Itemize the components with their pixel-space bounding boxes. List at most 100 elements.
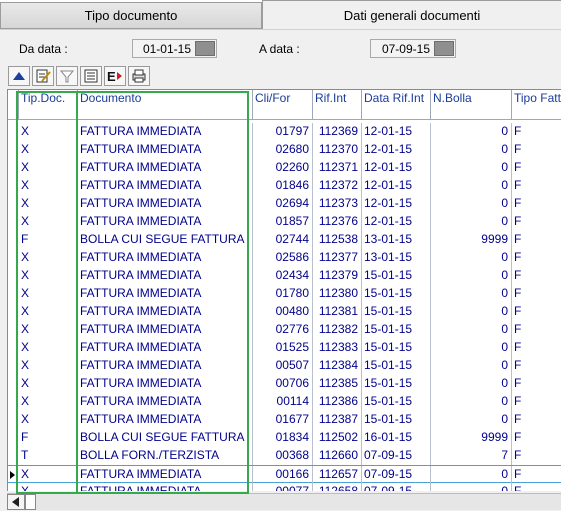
- column-header-cli-for[interactable]: Cli/For: [253, 90, 313, 120]
- cell-tip-doc[interactable]: X: [19, 466, 78, 484]
- cell-tipo-fatt[interactable]: F: [512, 393, 561, 411]
- table-row[interactable]: X FATTURA IMMEDIATA 00077 112658 07-09-15 0 F: [8, 483, 561, 491]
- cell-tip-doc[interactable]: X: [19, 159, 78, 177]
- cell-tip-doc[interactable]: X: [19, 483, 78, 491]
- table-row[interactable]: F BOLLA CUI SEGUE FATTURA 01834 112502 16-01…: [8, 429, 561, 447]
- cell-tipo-fatt[interactable]: F: [512, 447, 561, 465]
- table-row[interactable]: X FATTURA IMMEDIATA 00507 112384 15-01-15 0 F: [8, 357, 561, 375]
- cell-cli-for[interactable]: 02260: [253, 159, 313, 177]
- cell-tip-doc[interactable]: X: [19, 285, 78, 303]
- table-row[interactable]: X FATTURA IMMEDIATA 02434 112379 15-01-15 0 F: [8, 267, 561, 285]
- calendar-icon[interactable]: [434, 41, 454, 56]
- cell-rif-int[interactable]: 112379: [313, 267, 362, 285]
- cell-n-bolla[interactable]: 0: [431, 123, 512, 141]
- horizontal-scrollbar[interactable]: [7, 493, 561, 510]
- cell-tipo-fatt[interactable]: F: [512, 231, 561, 249]
- cell-documento[interactable]: FATTURA IMMEDIATA: [78, 159, 253, 177]
- export-excel-icon[interactable]: E: [104, 66, 126, 86]
- cell-data-rif-int[interactable]: 07-09-15: [362, 466, 431, 484]
- cell-tip-doc[interactable]: X: [19, 303, 78, 321]
- cell-documento[interactable]: FATTURA IMMEDIATA: [78, 466, 253, 484]
- cell-rif-int[interactable]: 112383: [313, 339, 362, 357]
- table-row[interactable]: X FATTURA IMMEDIATA 00114 112386 15-01-15 0 F: [8, 393, 561, 411]
- cell-data-rif-int[interactable]: 15-01-15: [362, 375, 431, 393]
- cell-tipo-fatt[interactable]: F: [512, 267, 561, 285]
- cell-documento[interactable]: FATTURA IMMEDIATA: [78, 195, 253, 213]
- edit-list-icon[interactable]: [32, 66, 54, 86]
- cell-documento[interactable]: BOLLA CUI SEGUE FATTURA: [78, 429, 253, 447]
- cell-data-rif-int[interactable]: 13-01-15: [362, 249, 431, 267]
- list-icon[interactable]: [80, 66, 102, 86]
- cell-tip-doc[interactable]: X: [19, 177, 78, 195]
- cell-cli-for[interactable]: 00077: [253, 483, 313, 491]
- cell-cli-for[interactable]: 01677: [253, 411, 313, 429]
- cell-documento[interactable]: FATTURA IMMEDIATA: [78, 375, 253, 393]
- cell-documento[interactable]: FATTURA IMMEDIATA: [78, 285, 253, 303]
- table-row[interactable]: X FATTURA IMMEDIATA 02260 112371 12-01-15 0 F: [8, 159, 561, 177]
- cell-tip-doc[interactable]: X: [19, 357, 78, 375]
- cell-documento[interactable]: FATTURA IMMEDIATA: [78, 267, 253, 285]
- cell-documento[interactable]: FATTURA IMMEDIATA: [78, 321, 253, 339]
- cell-n-bolla[interactable]: 0: [431, 357, 512, 375]
- table-row[interactable]: T BOLLA FORN./TERZISTA 00368 112660 07-09-15…: [8, 447, 561, 465]
- cell-cli-for[interactable]: 02434: [253, 267, 313, 285]
- cell-cli-for[interactable]: 01846: [253, 177, 313, 195]
- cell-tipo-fatt[interactable]: F: [512, 249, 561, 267]
- cell-tip-doc[interactable]: T: [19, 447, 78, 465]
- cell-documento[interactable]: FATTURA IMMEDIATA: [78, 141, 253, 159]
- cell-tipo-fatt[interactable]: F: [512, 195, 561, 213]
- cell-tip-doc[interactable]: X: [19, 411, 78, 429]
- row-indicator[interactable]: [8, 393, 18, 411]
- scroll-thumb[interactable]: [25, 494, 36, 510]
- cell-tip-doc[interactable]: X: [19, 393, 78, 411]
- cell-documento[interactable]: FATTURA IMMEDIATA: [78, 411, 253, 429]
- cell-data-rif-int[interactable]: 12-01-15: [362, 213, 431, 231]
- cell-tip-doc[interactable]: X: [19, 213, 78, 231]
- row-indicator[interactable]: [8, 141, 18, 159]
- cell-documento[interactable]: FATTURA IMMEDIATA: [78, 123, 253, 141]
- cell-rif-int[interactable]: 112538: [313, 231, 362, 249]
- cell-tipo-fatt[interactable]: F: [512, 141, 561, 159]
- cell-documento[interactable]: FATTURA IMMEDIATA: [78, 303, 253, 321]
- to-date-field[interactable]: 07-09-15: [370, 39, 456, 58]
- current-row-indicator[interactable]: [8, 466, 18, 484]
- cell-tip-doc[interactable]: F: [19, 429, 78, 447]
- cell-cli-for[interactable]: 01857: [253, 213, 313, 231]
- cell-tipo-fatt[interactable]: F: [512, 466, 561, 484]
- cell-documento[interactable]: FATTURA IMMEDIATA: [78, 177, 253, 195]
- cell-rif-int[interactable]: 112658: [313, 483, 362, 491]
- cell-tip-doc[interactable]: X: [19, 141, 78, 159]
- tab-dati-generali-documenti[interactable]: Dati generali documenti: [262, 0, 561, 29]
- row-indicator[interactable]: [8, 177, 18, 195]
- cell-data-rif-int[interactable]: 12-01-15: [362, 159, 431, 177]
- cell-rif-int[interactable]: 112377: [313, 249, 362, 267]
- cell-cli-for[interactable]: 00166: [253, 466, 313, 484]
- cell-n-bolla[interactable]: 0: [431, 285, 512, 303]
- cell-rif-int[interactable]: 112381: [313, 303, 362, 321]
- calendar-icon[interactable]: [195, 41, 215, 56]
- cell-cli-for[interactable]: 00507: [253, 357, 313, 375]
- column-header-data-rif-int[interactable]: Data Rif.Int: [362, 90, 431, 120]
- row-indicator[interactable]: [8, 321, 18, 339]
- row-indicator[interactable]: [8, 159, 18, 177]
- cell-tipo-fatt[interactable]: F: [512, 375, 561, 393]
- cell-data-rif-int[interactable]: 15-01-15: [362, 303, 431, 321]
- table-row[interactable]: F BOLLA CUI SEGUE FATTURA 02744 112538 13-01…: [8, 231, 561, 249]
- cell-n-bolla[interactable]: 0: [431, 159, 512, 177]
- cell-data-rif-int[interactable]: 07-09-15: [362, 447, 431, 465]
- cell-rif-int[interactable]: 112384: [313, 357, 362, 375]
- cell-cli-for[interactable]: 01797: [253, 123, 313, 141]
- cell-n-bolla[interactable]: 0: [431, 321, 512, 339]
- cell-n-bolla[interactable]: 0: [431, 249, 512, 267]
- cell-data-rif-int[interactable]: 15-01-15: [362, 339, 431, 357]
- cell-rif-int[interactable]: 112385: [313, 375, 362, 393]
- cell-n-bolla[interactable]: 0: [431, 267, 512, 285]
- column-header-rif-int[interactable]: Rif.Int: [313, 90, 362, 120]
- cell-documento[interactable]: FATTURA IMMEDIATA: [78, 339, 253, 357]
- row-indicator[interactable]: [8, 447, 18, 465]
- table-row[interactable]: X FATTURA IMMEDIATA 00166 112657 07-09-15 0 F: [8, 465, 561, 484]
- cell-n-bolla[interactable]: 0: [431, 393, 512, 411]
- cell-cli-for[interactable]: 00480: [253, 303, 313, 321]
- cell-tipo-fatt[interactable]: F: [512, 411, 561, 429]
- cell-data-rif-int[interactable]: 15-01-15: [362, 321, 431, 339]
